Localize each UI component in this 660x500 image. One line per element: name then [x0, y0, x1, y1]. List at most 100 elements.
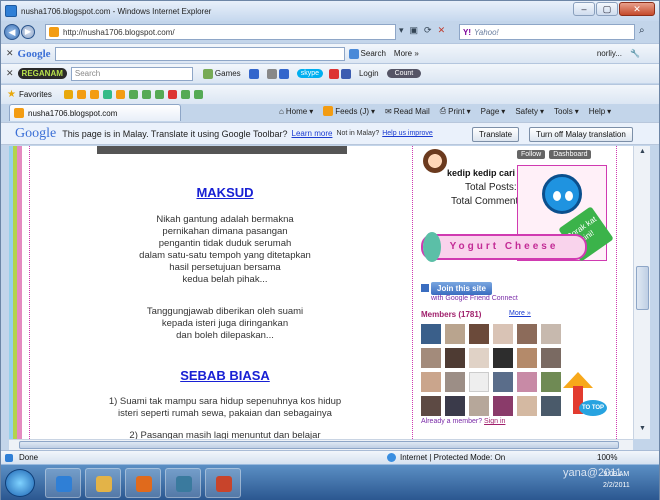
member-avatar[interactable] [493, 396, 513, 416]
member-avatar[interactable] [445, 324, 465, 344]
skype-button[interactable]: skype [296, 69, 323, 78]
fav-link-icon[interactable] [167, 90, 177, 99]
page-menu[interactable]: Page ▾ [481, 106, 506, 116]
member-avatar[interactable] [517, 396, 537, 416]
taskbar-app[interactable] [165, 468, 201, 498]
zoom-level[interactable]: 100% [597, 453, 617, 462]
security-zone[interactable]: Internet | Protected Mode: On [387, 453, 505, 462]
member-avatar[interactable] [493, 372, 513, 392]
member-avatar[interactable] [421, 372, 441, 392]
fav-link-icon[interactable] [115, 90, 125, 99]
close-toolbar-icon[interactable]: ✕ [6, 48, 14, 59]
read-mail-button[interactable]: ✉ Read Mail [385, 106, 430, 116]
member-avatar[interactable] [445, 372, 465, 392]
media-icons[interactable] [328, 68, 351, 79]
member-avatar[interactable] [469, 348, 489, 368]
wrench-icon[interactable]: 🔧 [630, 49, 640, 58]
fav-link-icon[interactable] [76, 90, 86, 99]
close-toolbar-icon[interactable]: ✕ [6, 68, 14, 79]
vertical-scrollbar[interactable]: ▲ ▼ [633, 146, 650, 439]
taskbar-explorer[interactable] [85, 468, 121, 498]
join-site-button[interactable]: Join this site [431, 282, 492, 295]
yogurt-cheese-banner[interactable]: Yogurt Cheese [421, 234, 587, 260]
taskbar-ie[interactable] [45, 468, 81, 498]
fav-link-icon[interactable] [154, 90, 164, 99]
help-menu[interactable]: Help ▾ [589, 106, 611, 116]
address-bar[interactable]: http://nusha1706.blogspot.com/ [45, 24, 396, 40]
search-icon[interactable]: ⌕ [639, 25, 645, 36]
member-avatar[interactable] [517, 324, 537, 344]
minimize-button[interactable]: – [573, 2, 595, 16]
member-avatar[interactable] [541, 396, 561, 416]
tools-menu[interactable]: Tools ▾ [554, 106, 579, 116]
safety-menu[interactable]: Safety ▾ [515, 106, 544, 116]
dashboard-button[interactable]: Dashboard [549, 150, 592, 159]
member-avatar[interactable] [421, 396, 441, 416]
grid-icon[interactable] [248, 68, 259, 79]
reganam-search-input[interactable]: Search [70, 66, 193, 81]
scroll-thumb[interactable] [636, 266, 649, 310]
count-player[interactable]: Count [386, 69, 422, 78]
members-more-link[interactable]: More » [509, 310, 531, 317]
fav-link-icon[interactable] [128, 90, 138, 99]
games-button[interactable]: Games [202, 68, 241, 79]
follow-button[interactable]: Follow [517, 150, 546, 159]
stop-icon[interactable]: ✕ [438, 25, 446, 36]
translate-button[interactable]: Translate [472, 127, 520, 142]
close-button[interactable]: ✕ [619, 2, 655, 16]
member-avatar[interactable] [541, 348, 561, 368]
post-heading-maksud[interactable]: MAKSUD [45, 186, 405, 199]
tab-current[interactable]: nusha1706.blogspot.com [9, 104, 181, 121]
member-avatar[interactable] [517, 372, 537, 392]
member-avatar[interactable] [493, 324, 513, 344]
search-box[interactable]: Y! Yahoo! [459, 24, 635, 40]
favorites-star-icon[interactable]: ★ [7, 89, 16, 100]
fav-link-icon[interactable] [193, 90, 203, 99]
scroll-thumb[interactable] [19, 441, 619, 449]
member-avatar[interactable] [541, 324, 561, 344]
member-avatar[interactable] [421, 324, 441, 344]
fav-link-icon[interactable] [180, 90, 190, 99]
feeds-button[interactable]: Feeds (J) ▾ [323, 106, 375, 116]
member-avatar[interactable] [493, 348, 513, 368]
member-avatar[interactable] [445, 348, 465, 368]
to-top-button[interactable]: TO TOP [563, 372, 607, 420]
turn-off-translation-button[interactable]: Turn off Malay translation [529, 127, 633, 142]
help-improve-link[interactable]: Help us improve [382, 130, 433, 137]
post-heading-sebab-biasa[interactable]: SEBAB BIASA [45, 369, 405, 382]
scroll-up-icon[interactable]: ▲ [636, 148, 649, 160]
horizontal-scrollbar[interactable] [9, 439, 633, 450]
apps-icon[interactable] [266, 68, 289, 79]
fav-link-icon[interactable] [89, 90, 99, 99]
taskbar-media[interactable] [125, 468, 161, 498]
member-avatar[interactable] [445, 396, 465, 416]
sign-in-link[interactable]: Sign in [484, 418, 505, 425]
compat-view-icon[interactable]: ▣ [410, 25, 419, 36]
refresh-icon[interactable]: ⟳ [424, 25, 432, 36]
print-button[interactable]: ⎙ Print ▾ [440, 106, 471, 116]
home-button[interactable]: ⌂ Home ▾ [279, 106, 313, 116]
member-avatar[interactable] [469, 396, 489, 416]
member-avatar[interactable] [517, 348, 537, 368]
google-search-input[interactable] [54, 46, 345, 61]
taskbar-powerpoint[interactable] [205, 468, 241, 498]
more-button[interactable]: More » [394, 49, 419, 58]
login-button[interactable]: Login [359, 69, 379, 78]
forward-button[interactable]: ▶ [21, 25, 35, 39]
google-search-button[interactable]: Search [348, 48, 386, 59]
back-button[interactable]: ◀ [4, 24, 20, 40]
dropdown-arrow-icon[interactable]: ▾ [399, 25, 404, 36]
member-avatar[interactable] [469, 372, 489, 392]
fav-link-icon[interactable] [102, 90, 112, 99]
fav-link-icon[interactable] [63, 90, 73, 99]
user-menu[interactable]: norliy... [597, 49, 622, 58]
fav-link-icon[interactable] [141, 90, 151, 99]
start-button[interactable] [5, 469, 35, 497]
member-avatar[interactable] [541, 372, 561, 392]
favorites-button[interactable]: Favorites [19, 90, 52, 99]
member-avatar[interactable] [469, 324, 489, 344]
maximize-button[interactable]: ▢ [596, 2, 618, 16]
member-avatar[interactable] [421, 348, 441, 368]
scroll-down-icon[interactable]: ▼ [636, 425, 649, 437]
learn-more-link[interactable]: Learn more [292, 129, 333, 138]
